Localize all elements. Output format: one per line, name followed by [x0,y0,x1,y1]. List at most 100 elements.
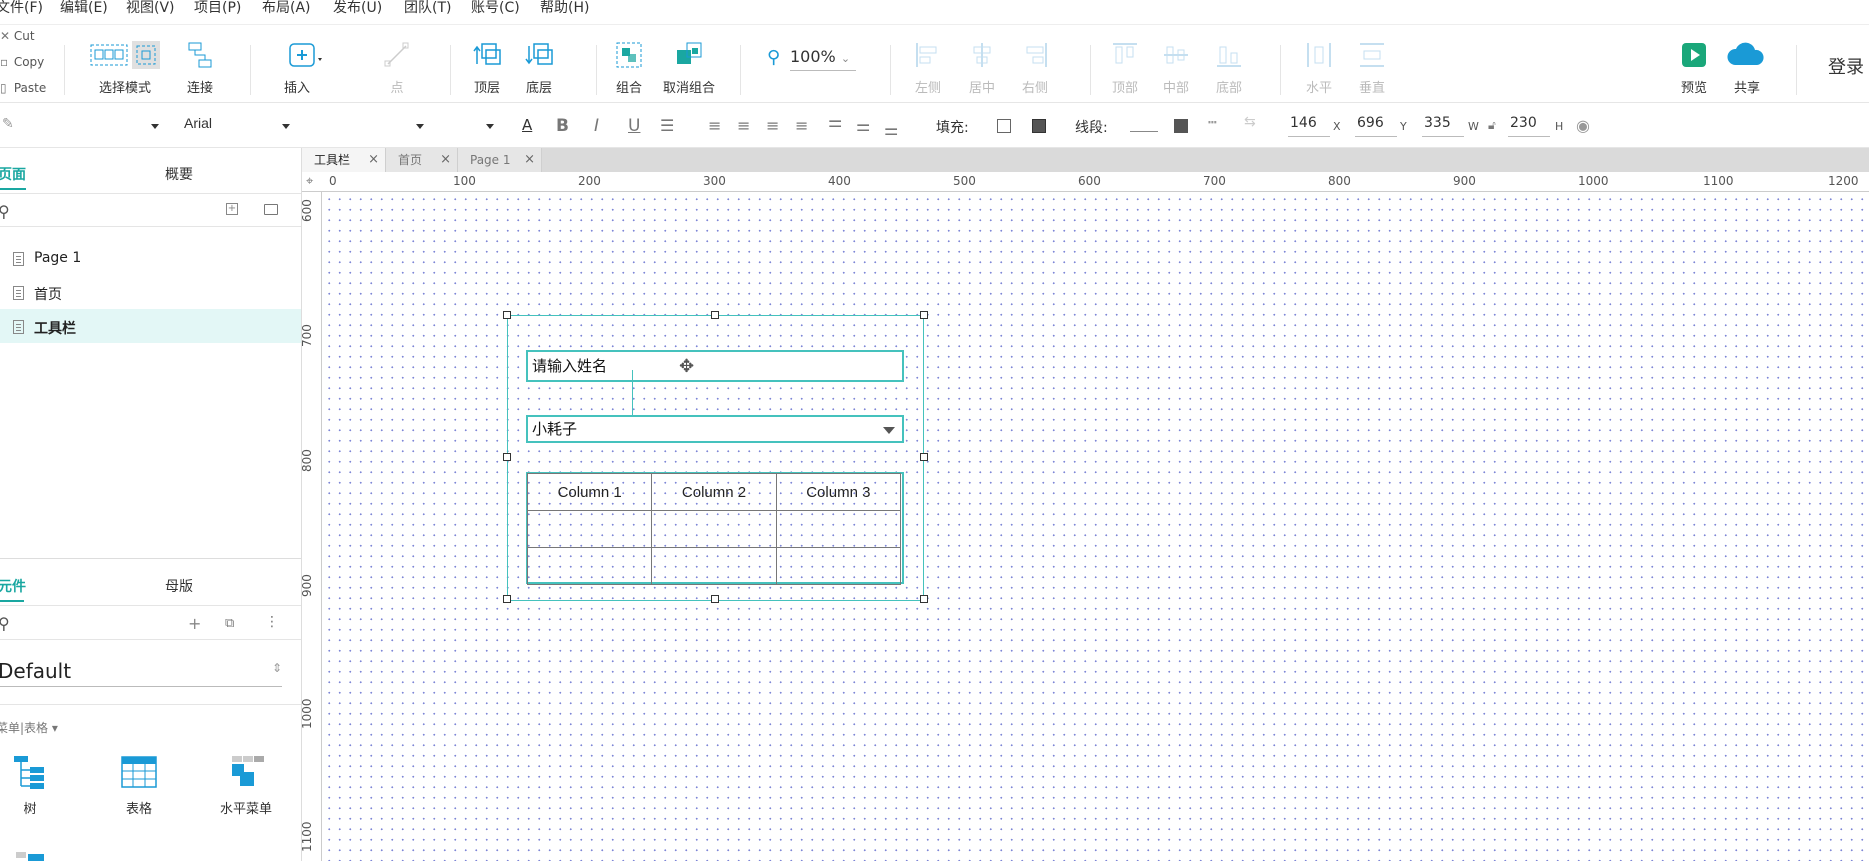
width-input[interactable]: 335 [1422,115,1464,137]
stroke-weight-swatch[interactable] [1174,119,1188,133]
font-size-select[interactable] [436,114,498,138]
table-cell[interactable] [775,510,902,548]
menu-layout[interactable]: 布局(A) [262,0,311,20]
menu-project[interactable]: 项目(P) [194,0,241,20]
resize-handle[interactable] [503,311,511,319]
menu-help[interactable]: 帮助(H) [540,0,589,20]
table-cell[interactable] [526,510,653,548]
close-icon[interactable]: × [368,148,379,172]
horizontal-menu-widget[interactable]: 水平菜单 [216,754,276,817]
font-style-select[interactable] [302,114,430,138]
select-mode-button[interactable]: 选择模式 [90,39,160,96]
table-cell[interactable] [651,510,777,548]
align-bottom-button[interactable]: 底部 [1194,39,1264,96]
align-text-right-icon[interactable]: ≡ [766,116,779,135]
style-select[interactable]: ✎ [0,114,162,138]
menu-file[interactable]: 文件(F) [0,0,43,20]
menu-publish[interactable]: 发布(U) [333,0,382,20]
tab-pages[interactable]: 页面 [0,164,26,184]
menu-edit[interactable]: 编辑(E) [60,0,108,20]
font-color-icon[interactable]: A [522,116,532,134]
doc-tab-home[interactable]: 首页 × [386,148,458,172]
widget-category-label[interactable]: 菜单|表格 ▾ [0,719,58,736]
bullet-list-icon[interactable]: ☰ [660,116,674,135]
valign-middle-icon[interactable]: ⚌ [856,116,870,135]
shadow-swatch[interactable] [1032,119,1046,133]
crosshair-icon[interactable]: ⌖ [306,174,313,189]
more-vertical-icon[interactable]: ⋮ [265,614,279,630]
lock-icon[interactable]: 🔓︎ [1488,118,1496,133]
menu-account[interactable]: 账号(C) [471,0,520,20]
font-family-select[interactable]: Arial [170,114,294,138]
table-cell[interactable] [775,547,902,585]
data-table[interactable]: Column 1 Column 2 Column 3 [526,473,902,585]
align-right-button[interactable]: 右侧 [1000,39,1070,96]
tab-widgets[interactable]: 元件 [0,576,26,596]
table-header-cell[interactable]: Column 3 [775,473,902,511]
point-button[interactable]: 点 [362,39,432,96]
resize-handle[interactable] [503,595,511,603]
share-button[interactable]: 共享 [1712,39,1782,96]
align-text-left-icon[interactable]: ≡ [708,116,721,135]
table-widget[interactable]: 表格 [116,754,162,817]
table-header-cell[interactable]: Column 2 [651,473,777,511]
zoom-select[interactable]: 100% ⌄ [790,47,856,71]
align-text-justify-icon[interactable]: ≡ [795,116,808,135]
bold-icon[interactable]: B [556,116,569,136]
table-header-cell[interactable]: Column 1 [526,473,653,511]
y-input[interactable]: 696 [1355,115,1397,137]
height-input[interactable]: 230 [1508,115,1550,137]
stroke-pattern-icon[interactable]: ┅ [1208,115,1216,131]
add-library-icon[interactable]: + [188,614,201,633]
add-page-icon[interactable]: + [226,203,238,215]
login-button[interactable]: 登录 [1828,53,1864,79]
insert-button[interactable]: 插入 [262,39,332,96]
search-icon[interactable]: ⚲ [0,614,10,633]
resize-handle[interactable] [711,311,719,319]
stroke-color-swatch[interactable] [1130,131,1158,132]
table-cell[interactable] [526,547,653,585]
send-to-back-button[interactable]: 底层 [504,39,574,96]
library-copy-icon[interactable]: ⧉ [225,616,234,631]
cut-button[interactable]: ✕ Cut [0,29,35,43]
resize-handle[interactable] [920,453,928,461]
close-icon[interactable]: × [440,148,451,172]
resize-handle[interactable] [711,595,719,603]
page-item-home[interactable]: 首页 [0,275,301,309]
italic-icon[interactable]: I [594,116,599,136]
doc-tab-page1[interactable]: Page 1 × [458,148,542,172]
table-cell[interactable] [651,547,777,585]
resize-handle[interactable] [920,595,928,603]
eye-icon[interactable]: ◉ [1576,116,1590,135]
close-icon[interactable]: × [524,148,535,172]
tab-outline[interactable]: 概要 [165,164,193,184]
page-item-page1[interactable]: Page 1 [0,241,301,275]
name-text-field[interactable]: 请输入姓名 [526,350,904,382]
library-select[interactable]: Default ⇕ [0,659,282,687]
valign-top-icon[interactable]: ⚌ [828,112,842,131]
arrow-style-icon[interactable]: ⇆ [1244,114,1256,130]
paste-button[interactable]: ▯ Paste [0,81,46,95]
copy-button[interactable]: ▫ Copy [0,55,44,69]
ungroup-button[interactable]: 取消组合 [654,39,724,96]
page-item-toolbar[interactable]: 工具栏 [0,309,301,343]
underline-icon[interactable]: U [628,116,640,136]
tab-masters[interactable]: 母版 [165,576,193,596]
table-widget-frame[interactable]: Column 1 Column 2 Column 3 [526,472,904,585]
menu-team[interactable]: 团队(T) [404,0,451,20]
more-widget-icon[interactable] [12,848,52,861]
doc-tab-toolbar[interactable]: 工具栏 × [302,148,386,172]
design-canvas[interactable]: 请输入姓名 ✥ 小耗子 Column 1 Column 2 Column 3 [322,192,1869,861]
valign-bottom-icon[interactable]: ⚌ [884,120,898,139]
fill-color-swatch[interactable] [997,119,1011,133]
resize-handle[interactable] [503,453,511,461]
x-input[interactable]: 146 [1288,115,1330,137]
align-text-center-icon[interactable]: ≡ [737,116,750,135]
add-folder-icon[interactable] [264,204,278,215]
menu-view[interactable]: 视图(V) [126,0,175,20]
connect-button[interactable]: 连接 [165,39,235,96]
search-icon[interactable]: ⚲ [0,202,10,221]
tree-widget[interactable]: 树 [10,754,50,817]
resize-handle[interactable] [920,311,928,319]
distribute-vertical-button[interactable]: 垂直 [1337,39,1407,96]
